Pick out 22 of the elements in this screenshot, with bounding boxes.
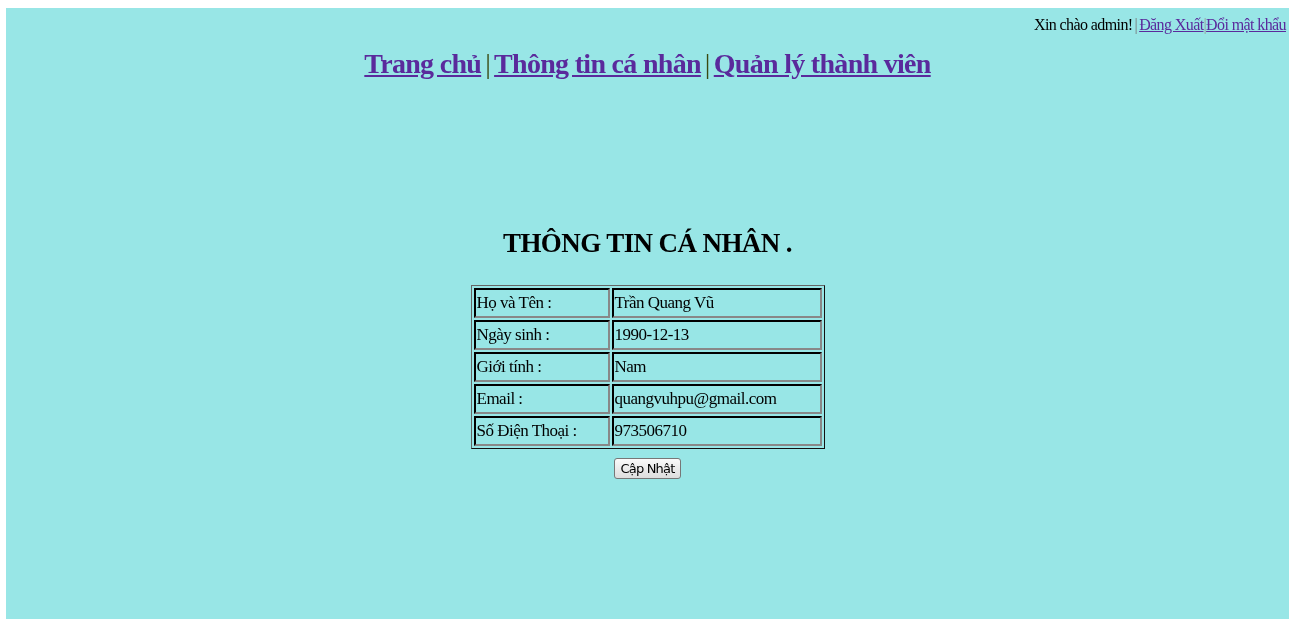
separator-text: | <box>1203 16 1207 34</box>
header-link[interactable]: Đăng Xuất <box>1139 16 1204 34</box>
nav-link[interactable]: Quản lý thành viên <box>713 48 931 80</box>
separator-text: | <box>484 48 492 80</box>
value-cell: quangvuhpu@gmail.com <box>611 384 822 414</box>
label-cell: Họ và Tên : <box>473 288 610 318</box>
label-cell: Ngày sinh : <box>473 320 610 350</box>
value-cell: Trần Quang Vũ <box>611 288 822 318</box>
nav-link[interactable]: Trang chủ <box>364 48 482 80</box>
page-heading: THÔNG TIN CÁ NHÂN . <box>503 228 792 259</box>
separator-text: | <box>1133 16 1139 34</box>
greeting-text: Xin chào admin! <box>1034 16 1133 34</box>
value-cell: 1990-12-13 <box>611 320 822 350</box>
value-cell: 973506710 <box>611 416 822 446</box>
label-cell: Số Điện Thoại : <box>473 416 610 446</box>
separator-text: | <box>703 48 711 80</box>
update-button[interactable]: Cập Nhật <box>614 458 681 479</box>
label-cell: Email : <box>473 384 610 414</box>
value-cell: Nam <box>611 352 822 382</box>
label-cell: Giới tính : <box>473 352 610 382</box>
header-link[interactable]: Đổi mật khẩu <box>1206 16 1286 34</box>
nav-link[interactable]: Thông tin cá nhân <box>494 48 701 80</box>
